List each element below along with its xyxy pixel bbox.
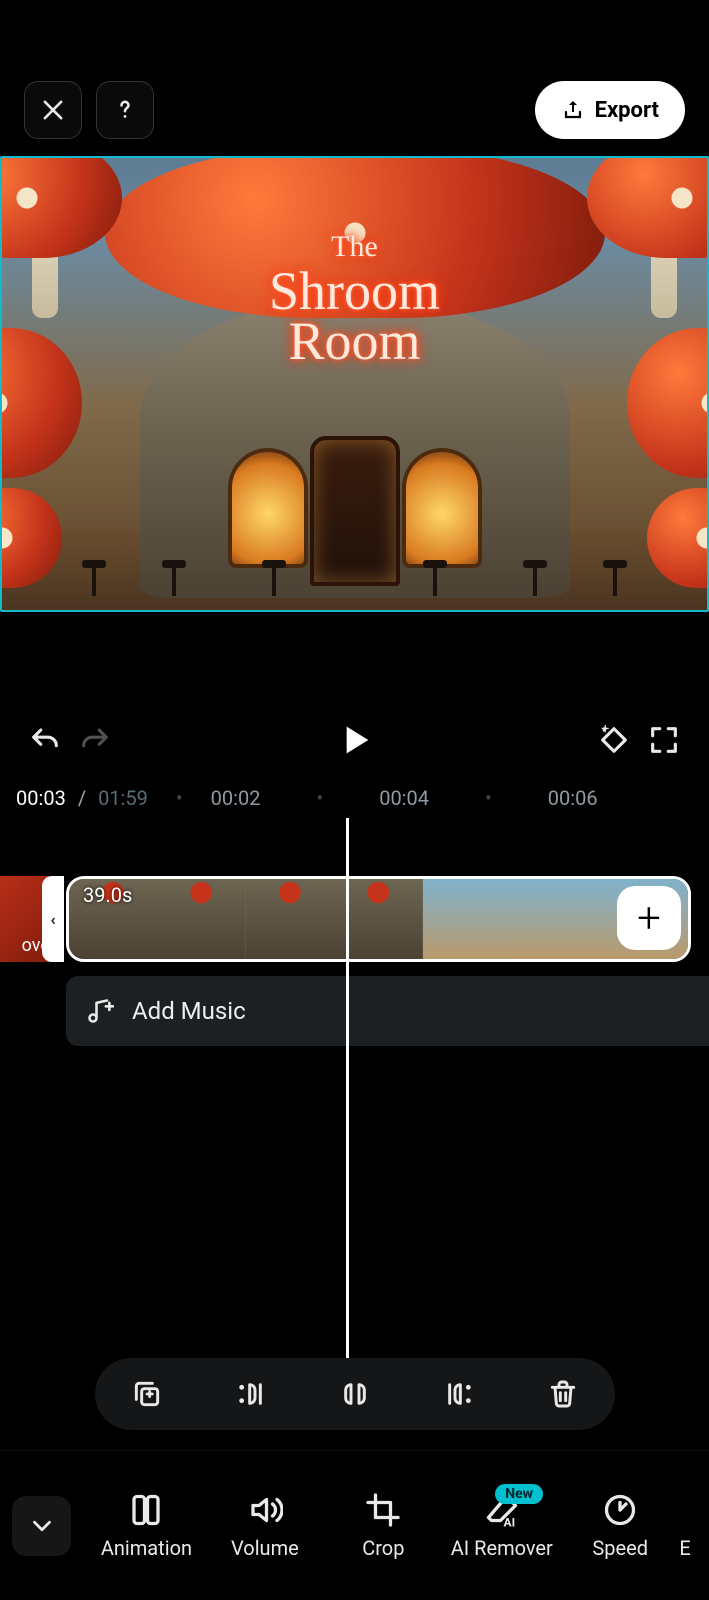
play-button[interactable] bbox=[330, 715, 380, 765]
export-icon bbox=[561, 98, 585, 122]
close-button[interactable] bbox=[24, 81, 82, 139]
neon-sign: The Shroom Room bbox=[269, 230, 440, 372]
clip-thumbnail bbox=[511, 879, 599, 959]
mushroom-cap bbox=[627, 328, 709, 478]
tool-ai-remover[interactable]: New AI AI Remover bbox=[443, 1492, 561, 1560]
window bbox=[228, 448, 308, 568]
tool-label: Speed bbox=[592, 1536, 648, 1560]
export-button[interactable]: Export bbox=[535, 81, 685, 139]
undo-icon bbox=[28, 723, 62, 757]
sign-line: Room bbox=[269, 310, 440, 372]
stool bbox=[603, 560, 627, 596]
add-music-button[interactable]: Add Music bbox=[66, 976, 709, 1046]
window bbox=[402, 448, 482, 568]
tool-label: AI Remover bbox=[451, 1536, 553, 1560]
split-icon bbox=[339, 1378, 371, 1410]
trim-end-icon bbox=[443, 1378, 475, 1410]
new-badge: New bbox=[495, 1484, 543, 1504]
tool-partial[interactable]: E bbox=[679, 1492, 709, 1560]
keyframe-button[interactable]: + bbox=[589, 715, 639, 765]
ruler-mark: 00:02 bbox=[211, 786, 261, 810]
redo-button[interactable] bbox=[70, 715, 120, 765]
trash-icon bbox=[547, 1378, 579, 1410]
export-label: Export bbox=[595, 98, 659, 123]
close-icon bbox=[39, 96, 67, 124]
tool-label: Crop bbox=[362, 1536, 404, 1560]
stool bbox=[262, 560, 286, 596]
tool-volume[interactable]: Volume bbox=[206, 1492, 324, 1560]
tool-label: Volume bbox=[231, 1536, 299, 1560]
play-icon bbox=[335, 720, 375, 760]
help-icon bbox=[111, 96, 139, 124]
fullscreen-icon bbox=[647, 723, 681, 757]
plus-icon: + bbox=[637, 894, 661, 943]
collapse-toolbar-button[interactable] bbox=[12, 1496, 71, 1556]
volume-icon bbox=[247, 1492, 283, 1528]
stool bbox=[82, 560, 106, 596]
trim-start-icon bbox=[235, 1378, 267, 1410]
sign-line: The bbox=[269, 230, 440, 264]
animation-icon bbox=[128, 1492, 164, 1528]
tool-animation[interactable]: Animation bbox=[87, 1492, 205, 1560]
redo-icon bbox=[78, 723, 112, 757]
speed-icon bbox=[602, 1492, 638, 1528]
clip-thumbnail bbox=[423, 879, 511, 959]
timeline[interactable]: over ‹ 39.0s Shroom Room Shroom Room Shr… bbox=[0, 876, 709, 962]
music-plus-icon bbox=[86, 997, 114, 1025]
clip-thumbnail: Shroom Room bbox=[246, 879, 334, 959]
ruler-mark: 00:04 bbox=[379, 786, 429, 810]
svg-text:AI: AI bbox=[503, 1515, 515, 1528]
clip-thumbnail: Shroom Room bbox=[334, 879, 422, 959]
add-music-label: Add Music bbox=[132, 997, 246, 1025]
timecode-row: 00:03 / 01:59 • 00:02 • 00:04 • 00:06 bbox=[0, 780, 709, 816]
undo-button[interactable] bbox=[20, 715, 70, 765]
stool bbox=[523, 560, 547, 596]
clip-thumbnail: Shroom Room bbox=[157, 879, 245, 959]
delete-button[interactable] bbox=[538, 1369, 588, 1419]
copy-button[interactable] bbox=[122, 1369, 172, 1419]
door bbox=[310, 436, 400, 586]
bottom-toolbar: Animation Volume Crop New AI AI Remover … bbox=[0, 1450, 709, 1600]
tool-label: E bbox=[679, 1536, 690, 1560]
clip-duration: 39.0s bbox=[83, 883, 132, 907]
mushroom-cap bbox=[587, 156, 709, 258]
add-clip-button[interactable]: + bbox=[617, 886, 681, 950]
clip-trim-handle[interactable]: ‹ bbox=[42, 876, 64, 962]
trim-end-button[interactable] bbox=[434, 1369, 484, 1419]
ruler-mark: 00:06 bbox=[548, 786, 598, 810]
tool-label: Animation bbox=[101, 1536, 192, 1560]
split-button[interactable] bbox=[330, 1369, 380, 1419]
keyframe-icon: + bbox=[597, 723, 631, 757]
stool bbox=[423, 560, 447, 596]
video-preview[interactable]: The Shroom Room bbox=[0, 156, 709, 612]
tool-crop[interactable]: Crop bbox=[324, 1492, 442, 1560]
clip-edit-toolbar bbox=[95, 1358, 615, 1430]
tool-speed[interactable]: Speed bbox=[561, 1492, 679, 1560]
total-duration: 01:59 bbox=[98, 786, 148, 810]
trim-start-button[interactable] bbox=[226, 1369, 276, 1419]
time-separator: / bbox=[76, 786, 88, 810]
crop-icon bbox=[365, 1492, 401, 1528]
fullscreen-button[interactable] bbox=[639, 715, 689, 765]
video-clip[interactable]: 39.0s Shroom Room Shroom Room Shroom Roo… bbox=[66, 876, 691, 962]
copy-icon bbox=[131, 1378, 163, 1410]
stool bbox=[162, 560, 186, 596]
chevron-down-icon bbox=[27, 1511, 57, 1541]
current-time: 00:03 bbox=[16, 786, 66, 810]
mushroom-cap bbox=[0, 328, 82, 478]
help-button[interactable] bbox=[96, 81, 154, 139]
mushroom-cap bbox=[0, 156, 122, 258]
svg-text:+: + bbox=[601, 723, 609, 737]
